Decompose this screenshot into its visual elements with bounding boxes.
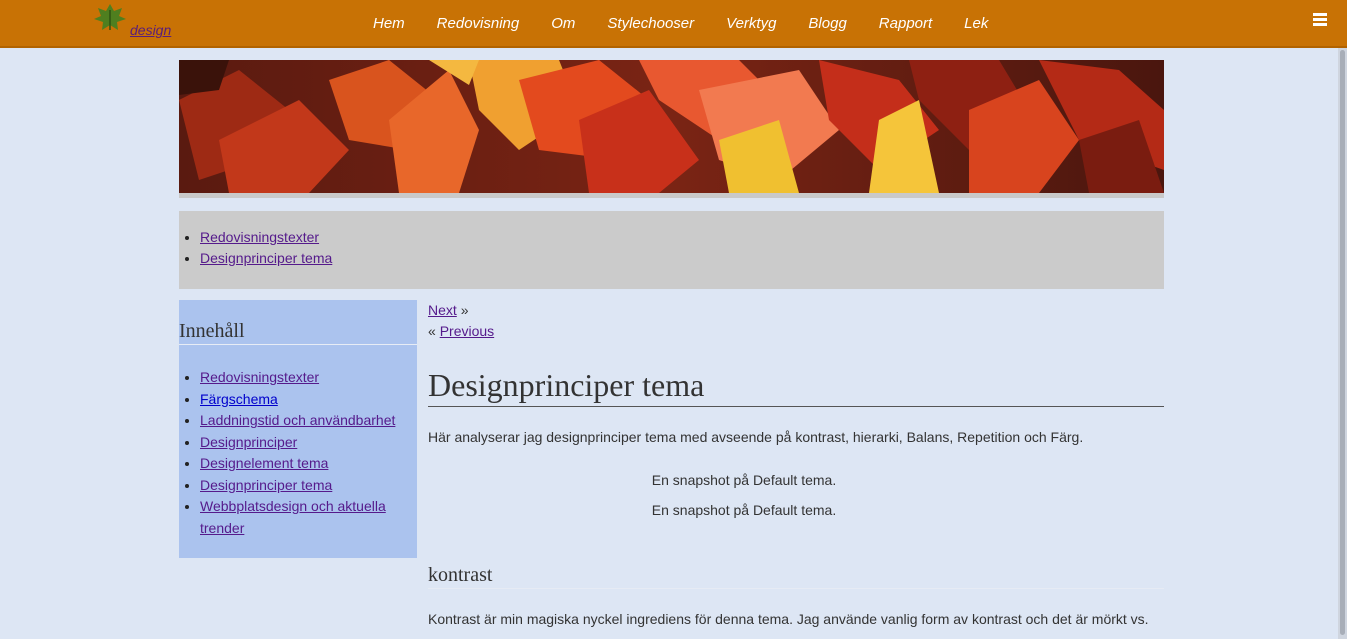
snapshot-caption: En snapshot på Default tema. [651,502,837,518]
nav-rapport[interactable]: Rapport [879,15,932,32]
next-link[interactable]: Next [428,302,457,318]
logo-text[interactable]: design [130,22,171,38]
pager-previous: « Previous [428,321,1164,342]
sidebar-link-laddningstid[interactable]: Laddningstid och användbarhet [200,412,395,428]
nav-verktyg[interactable]: Verktyg [726,15,776,32]
nav-om[interactable]: Om [551,15,575,32]
nav-redovisning[interactable]: Redovisning [437,15,520,32]
breadcrumb-link-redovisningstexter[interactable]: Redovisningstexter [200,229,319,245]
page-title: Designprinciper tema [428,367,1164,407]
previous-arrow: « [428,323,436,339]
sidebar-heading: Innehåll [179,300,417,345]
sidebar-item: Designprinciper [200,432,417,454]
sidebar-link-redovisningstexter[interactable]: Redovisningstexter [200,369,319,385]
scrollbar-thumb[interactable] [1340,50,1345,635]
sidebar-item: Färgschema [200,389,417,411]
autumn-leaves-banner [179,60,1164,198]
sidebar-item: Laddningstid och användbarhet [200,410,417,432]
section-text: Kontrast är min magiska nyckel ingredien… [428,611,1149,627]
nav-stylechooser[interactable]: Stylechooser [607,15,694,32]
main-content: Next » « Previous Designprinciper tema H… [428,300,1164,627]
banner-image [179,60,1164,193]
nav-blogg[interactable]: Blogg [808,15,846,32]
hamburger-icon[interactable] [1313,13,1327,26]
top-navbar: design Hem Redovisning Om Stylechooser V… [0,0,1347,48]
breadcrumb-item: Redovisningstexter [200,227,332,248]
sidebar-link-designelement-tema[interactable]: Designelement tema [200,455,328,471]
breadcrumb-item: Designprinciper tema [200,248,332,269]
sidebar-link-designprinciper-tema[interactable]: Designprinciper tema [200,477,332,493]
breadcrumb: Redovisningstexter Designprinciper tema [179,211,1164,289]
breadcrumb-link-designprinciper-tema[interactable]: Designprinciper tema [200,250,332,266]
sidebar: Innehåll Redovisningstexter Färgschema L… [179,300,417,558]
pager-next: Next » [428,300,1164,321]
section-heading: kontrast [428,564,1164,589]
snapshot-caption: En snapshot på Default tema. [651,472,837,488]
sidebar-link-fargschema[interactable]: Färgschema [200,391,278,407]
next-arrow: » [460,302,469,318]
sidebar-item: Redovisningstexter [200,367,417,389]
previous-link[interactable]: Previous [440,323,494,339]
nav-hem[interactable]: Hem [373,15,405,32]
intro-text: Här analyserar jag designprinciper tema … [428,429,1084,445]
sidebar-link-designprinciper[interactable]: Designprinciper [200,434,297,450]
leaf-icon [94,4,126,30]
main-nav: Hem Redovisning Om Stylechooser Verktyg … [373,15,1020,32]
site-logo[interactable]: design [92,2,182,42]
nav-lek[interactable]: Lek [964,15,988,32]
